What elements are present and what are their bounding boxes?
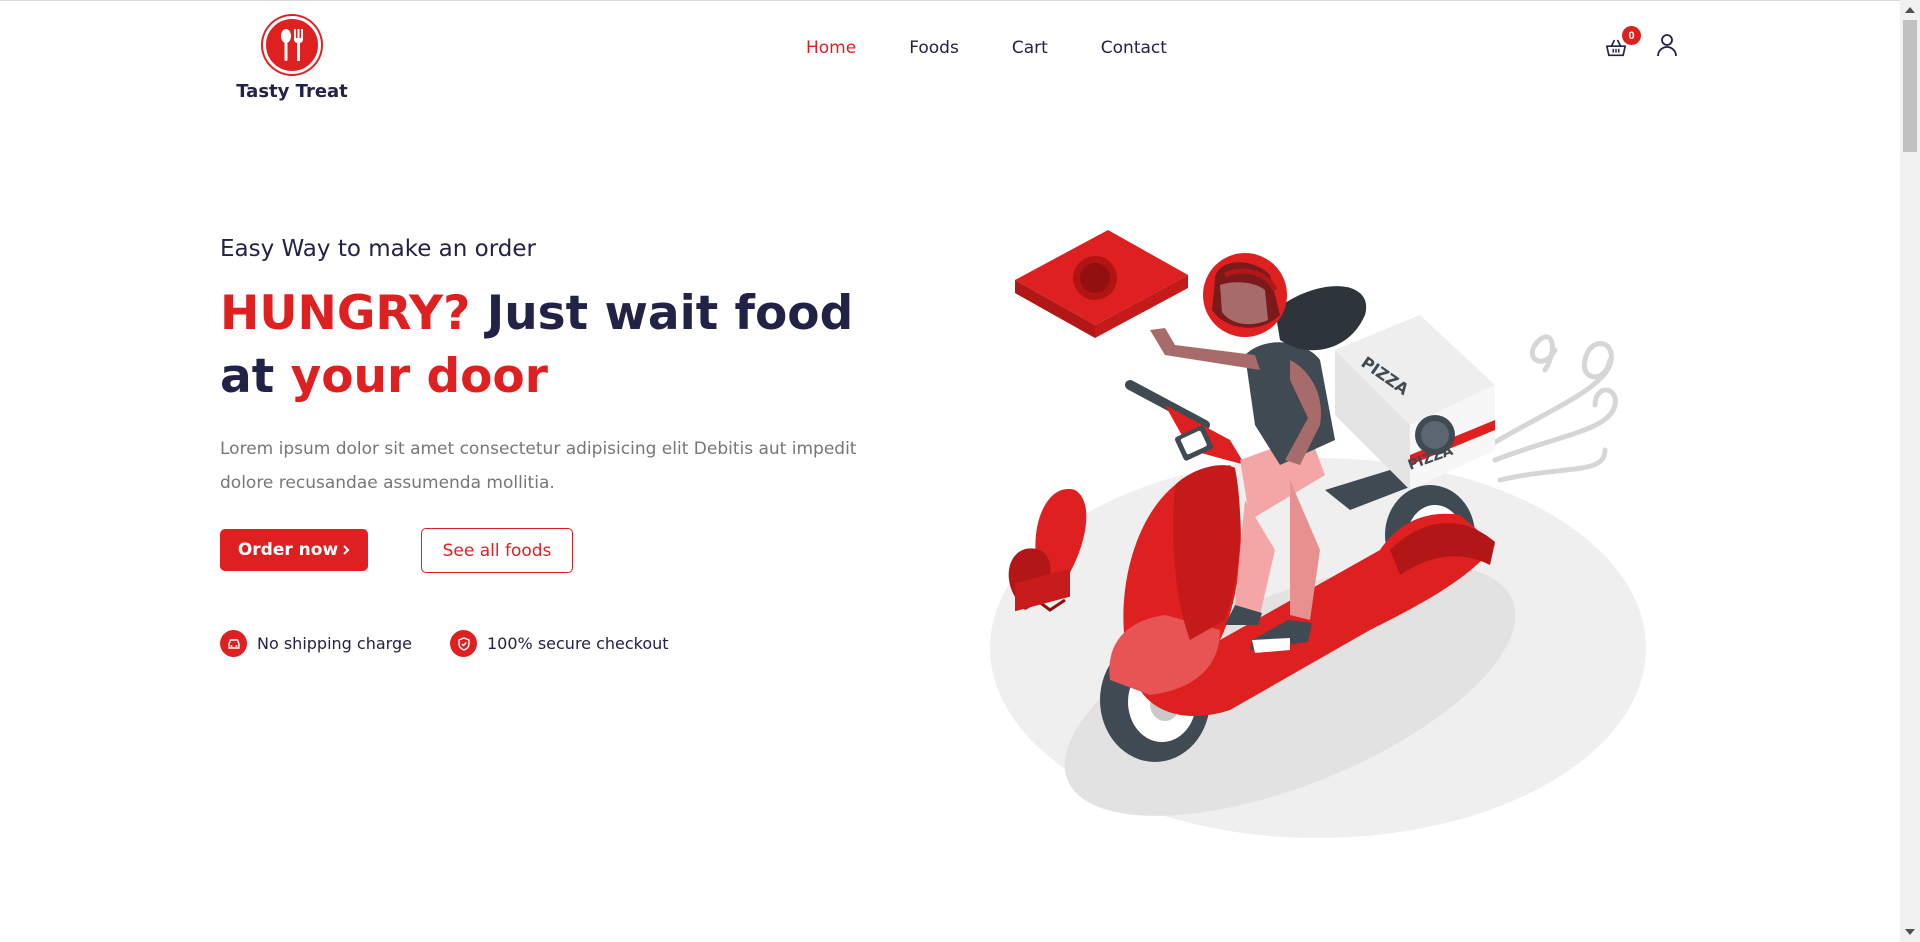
order-now-button[interactable]: Order now bbox=[220, 529, 368, 571]
headline-door: your door bbox=[290, 349, 548, 404]
site-header: Tasty Treat Home Foods Cart Contact 0 bbox=[0, 0, 1900, 110]
feature-no-shipping: No shipping charge bbox=[220, 630, 412, 657]
cart-button[interactable]: 0 bbox=[1605, 26, 1641, 60]
headline-hungry: HUNGRY? bbox=[220, 286, 471, 341]
car-icon bbox=[220, 630, 247, 657]
nav-home[interactable]: Home bbox=[806, 38, 856, 58]
feature-secure-checkout: 100% secure checkout bbox=[450, 630, 669, 657]
nav-contact[interactable]: Contact bbox=[1101, 38, 1167, 58]
scroll-down-arrow[interactable] bbox=[1905, 929, 1915, 935]
user-icon bbox=[1657, 34, 1677, 57]
delivery-scooter-illustration: PIZZA PIZZA bbox=[990, 230, 1646, 838]
chevron-right-icon bbox=[343, 545, 350, 555]
main-nav: Home Foods Cart Contact bbox=[806, 38, 1167, 58]
spoon-fork-icon bbox=[263, 16, 321, 74]
nav-cart[interactable]: Cart bbox=[1012, 38, 1048, 58]
nav-foods[interactable]: Foods bbox=[909, 38, 959, 58]
hero-subtitle: Easy Way to make an order bbox=[220, 236, 536, 262]
scroll-up-arrow[interactable] bbox=[1905, 7, 1915, 13]
hero-headline: HUNGRY? Just wait food at your door bbox=[220, 282, 920, 408]
hero-description: Lorem ipsum dolor sit amet consectetur a… bbox=[220, 439, 857, 493]
user-button[interactable] bbox=[1656, 33, 1678, 59]
order-now-label: Order now bbox=[237, 540, 339, 560]
feature-label: 100% secure checkout bbox=[487, 634, 669, 653]
shield-check-icon bbox=[450, 630, 477, 657]
cart-count-badge: 0 bbox=[1622, 26, 1641, 45]
logo[interactable]: Tasty Treat bbox=[236, 16, 348, 102]
feature-label: No shipping charge bbox=[257, 634, 412, 653]
scroll-thumb[interactable] bbox=[1903, 20, 1917, 152]
brand-name: Tasty Treat bbox=[236, 81, 348, 102]
see-all-foods-label: See all foods bbox=[442, 540, 552, 561]
see-all-foods-button[interactable]: See all foods bbox=[421, 528, 573, 573]
page-scrollbar[interactable] bbox=[1900, 0, 1920, 942]
